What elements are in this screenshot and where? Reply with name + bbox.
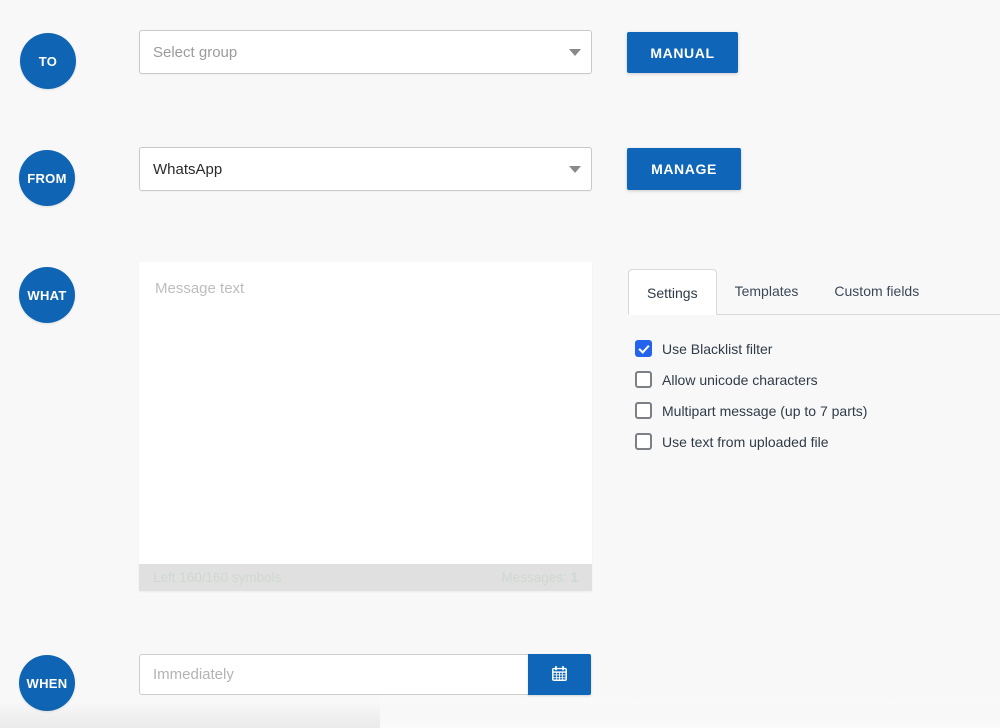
chevron-down-icon	[569, 48, 581, 56]
step-badge-from-label: FROM	[27, 170, 67, 186]
messages-count: Messages: 1	[501, 570, 578, 585]
calendar-picker-button[interactable]	[528, 654, 591, 695]
checkbox-row-text-from-file[interactable]: Use text from uploaded file	[635, 426, 1000, 457]
checkbox-blacklist-filter[interactable]	[635, 340, 652, 357]
checkbox-text-from-file[interactable]	[635, 433, 652, 450]
campaign-composer-page: TO Select group MANUAL FROM WhatsApp MAN…	[0, 0, 1000, 728]
checkbox-multipart-message[interactable]	[635, 402, 652, 419]
step-badge-when-label: WHEN	[26, 675, 68, 691]
messages-count-label: Messages:	[501, 570, 567, 585]
checkbox-label-text-from-file[interactable]: Use text from uploaded file	[662, 434, 829, 450]
checkbox-row-blacklist-filter[interactable]: Use Blacklist filter	[635, 333, 1000, 364]
tab-custom-fields-label: Custom fields	[834, 283, 920, 299]
message-composer: Left 160/160 symbols Messages: 1	[139, 262, 592, 591]
options-tab-bar: Settings Templates Custom fields	[628, 266, 1000, 315]
message-counter-bar: Left 160/160 symbols Messages: 1	[139, 564, 592, 591]
messages-count-value: 1	[570, 570, 578, 585]
tab-settings-label: Settings	[647, 285, 698, 301]
step-badge-to: TO	[20, 33, 76, 89]
message-textarea[interactable]	[139, 262, 592, 564]
options-panel: Settings Templates Custom fields Use Bla…	[628, 266, 1000, 457]
step-badge-to-label: TO	[38, 53, 58, 69]
tab-templates-label: Templates	[734, 283, 799, 299]
calendar-icon	[551, 665, 568, 685]
sender-select[interactable]: WhatsApp	[139, 147, 592, 191]
step-badge-what-label: WHAT	[27, 287, 67, 303]
checkbox-allow-unicode[interactable]	[635, 371, 652, 388]
chevron-down-icon	[569, 165, 581, 173]
tab-settings[interactable]: Settings	[628, 269, 717, 315]
tab-custom-fields[interactable]: Custom fields	[816, 268, 937, 314]
checkbox-row-allow-unicode[interactable]: Allow unicode characters	[635, 364, 1000, 395]
tab-templates[interactable]: Templates	[717, 268, 817, 314]
checkbox-label-blacklist-filter[interactable]: Use Blacklist filter	[662, 341, 772, 357]
sender-select-value: WhatsApp	[153, 160, 223, 178]
schedule-input[interactable]	[139, 654, 528, 695]
checkbox-row-multipart-message[interactable]: Multipart message (up to 7 parts)	[635, 395, 1000, 426]
checkbox-label-multipart-message[interactable]: Multipart message (up to 7 parts)	[662, 403, 867, 419]
group-select[interactable]: Select group	[139, 30, 592, 74]
page-bottom-highlight	[380, 694, 1000, 728]
manual-button[interactable]: MANUAL	[627, 32, 738, 73]
manage-button[interactable]: MANAGE	[627, 148, 741, 190]
step-badge-what: WHAT	[19, 267, 75, 323]
step-badge-from: FROM	[19, 150, 75, 206]
checkbox-label-allow-unicode[interactable]: Allow unicode characters	[662, 372, 818, 388]
symbols-left-counter: Left 160/160 symbols	[153, 570, 282, 585]
group-select-value: Select group	[153, 43, 238, 61]
step-badge-when: WHEN	[19, 655, 75, 711]
page-bottom-shadow	[0, 702, 1000, 728]
settings-checkbox-list: Use Blacklist filter Allow unicode chara…	[628, 333, 1000, 457]
